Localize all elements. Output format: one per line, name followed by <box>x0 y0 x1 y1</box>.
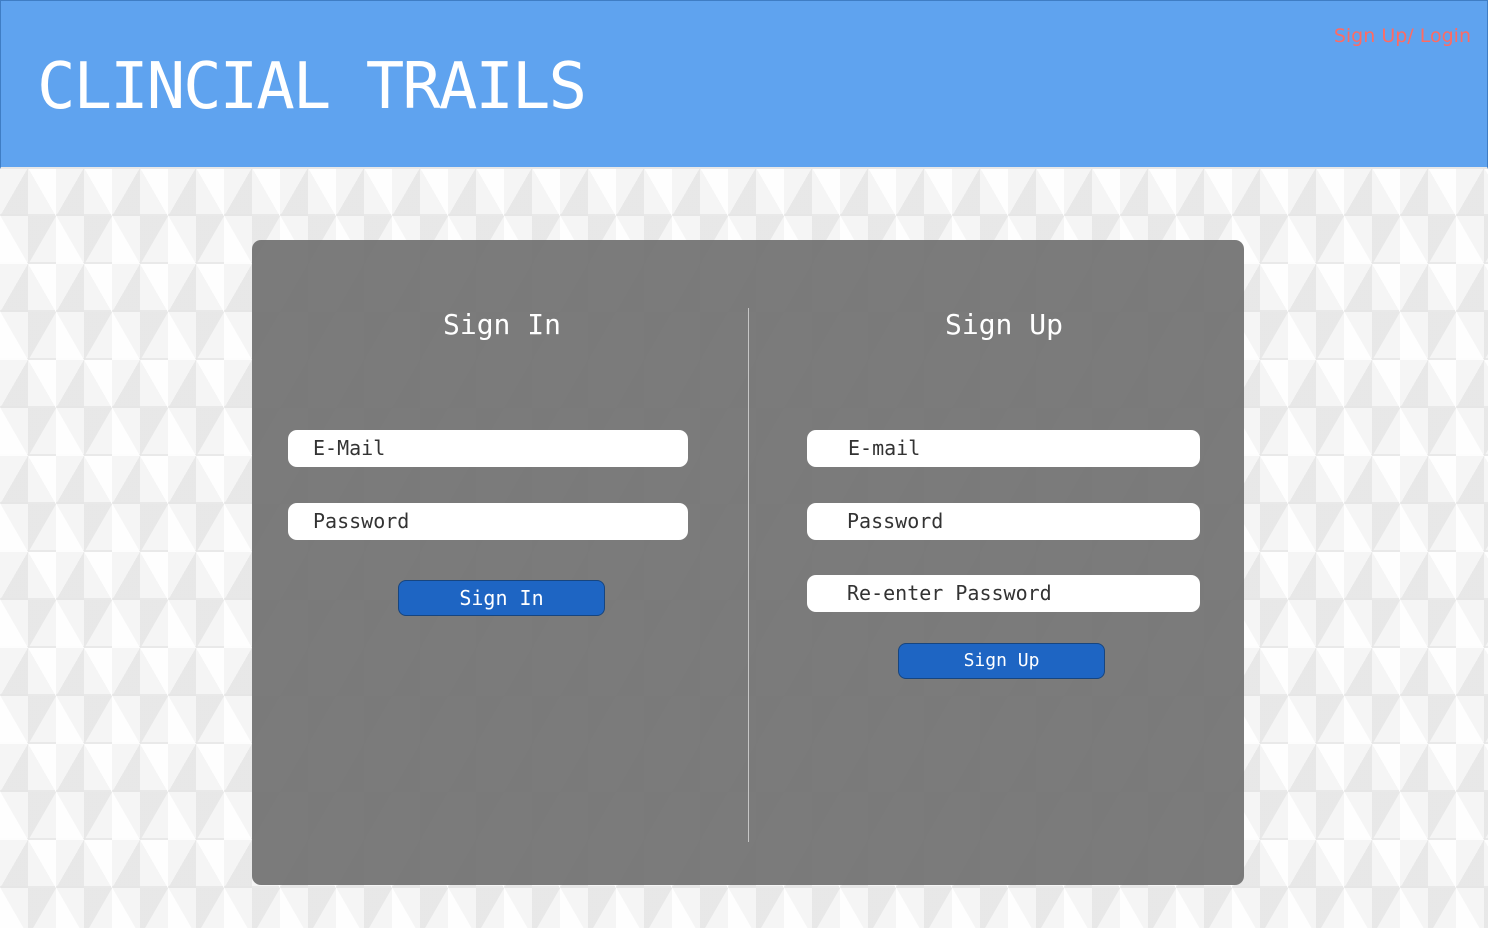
sign-in-title: Sign In <box>442 308 561 341</box>
sign-up-reenter-placeholder: Re-enter Password <box>847 581 1052 605</box>
sign-up-button-label: Sign Up <box>963 650 1040 671</box>
column-divider <box>748 308 749 842</box>
sign-up-reenter-password-field[interactable]: Re-enter Password <box>807 575 1200 612</box>
sign-in-button-label: Sign In <box>459 586 544 610</box>
sign-in-email-placeholder: E-Mail <box>313 436 386 460</box>
signup-login-link[interactable]: Sign Up/ Login <box>1334 25 1471 47</box>
app-header: CLINCIAL TRAILS Sign Up/ Login <box>0 0 1488 169</box>
auth-panel: Sign In E-Mail Password Sign In Sign Up … <box>252 240 1244 885</box>
sign-in-password-placeholder: Password <box>313 509 410 533</box>
sign-up-email-field[interactable]: E-mail <box>807 430 1200 467</box>
sign-in-email-field[interactable]: E-Mail <box>288 430 688 467</box>
sign-in-button[interactable]: Sign In <box>398 580 605 616</box>
app-title: CLINCIAL TRAILS <box>37 50 587 124</box>
sign-up-email-placeholder: E-mail <box>848 436 921 460</box>
sign-in-password-field[interactable]: Password <box>288 503 688 540</box>
sign-up-password-field[interactable]: Password <box>807 503 1200 540</box>
sign-up-password-placeholder: Password <box>847 509 944 533</box>
sign-up-button[interactable]: Sign Up <box>898 643 1105 679</box>
sign-up-title: Sign Up <box>944 308 1063 341</box>
